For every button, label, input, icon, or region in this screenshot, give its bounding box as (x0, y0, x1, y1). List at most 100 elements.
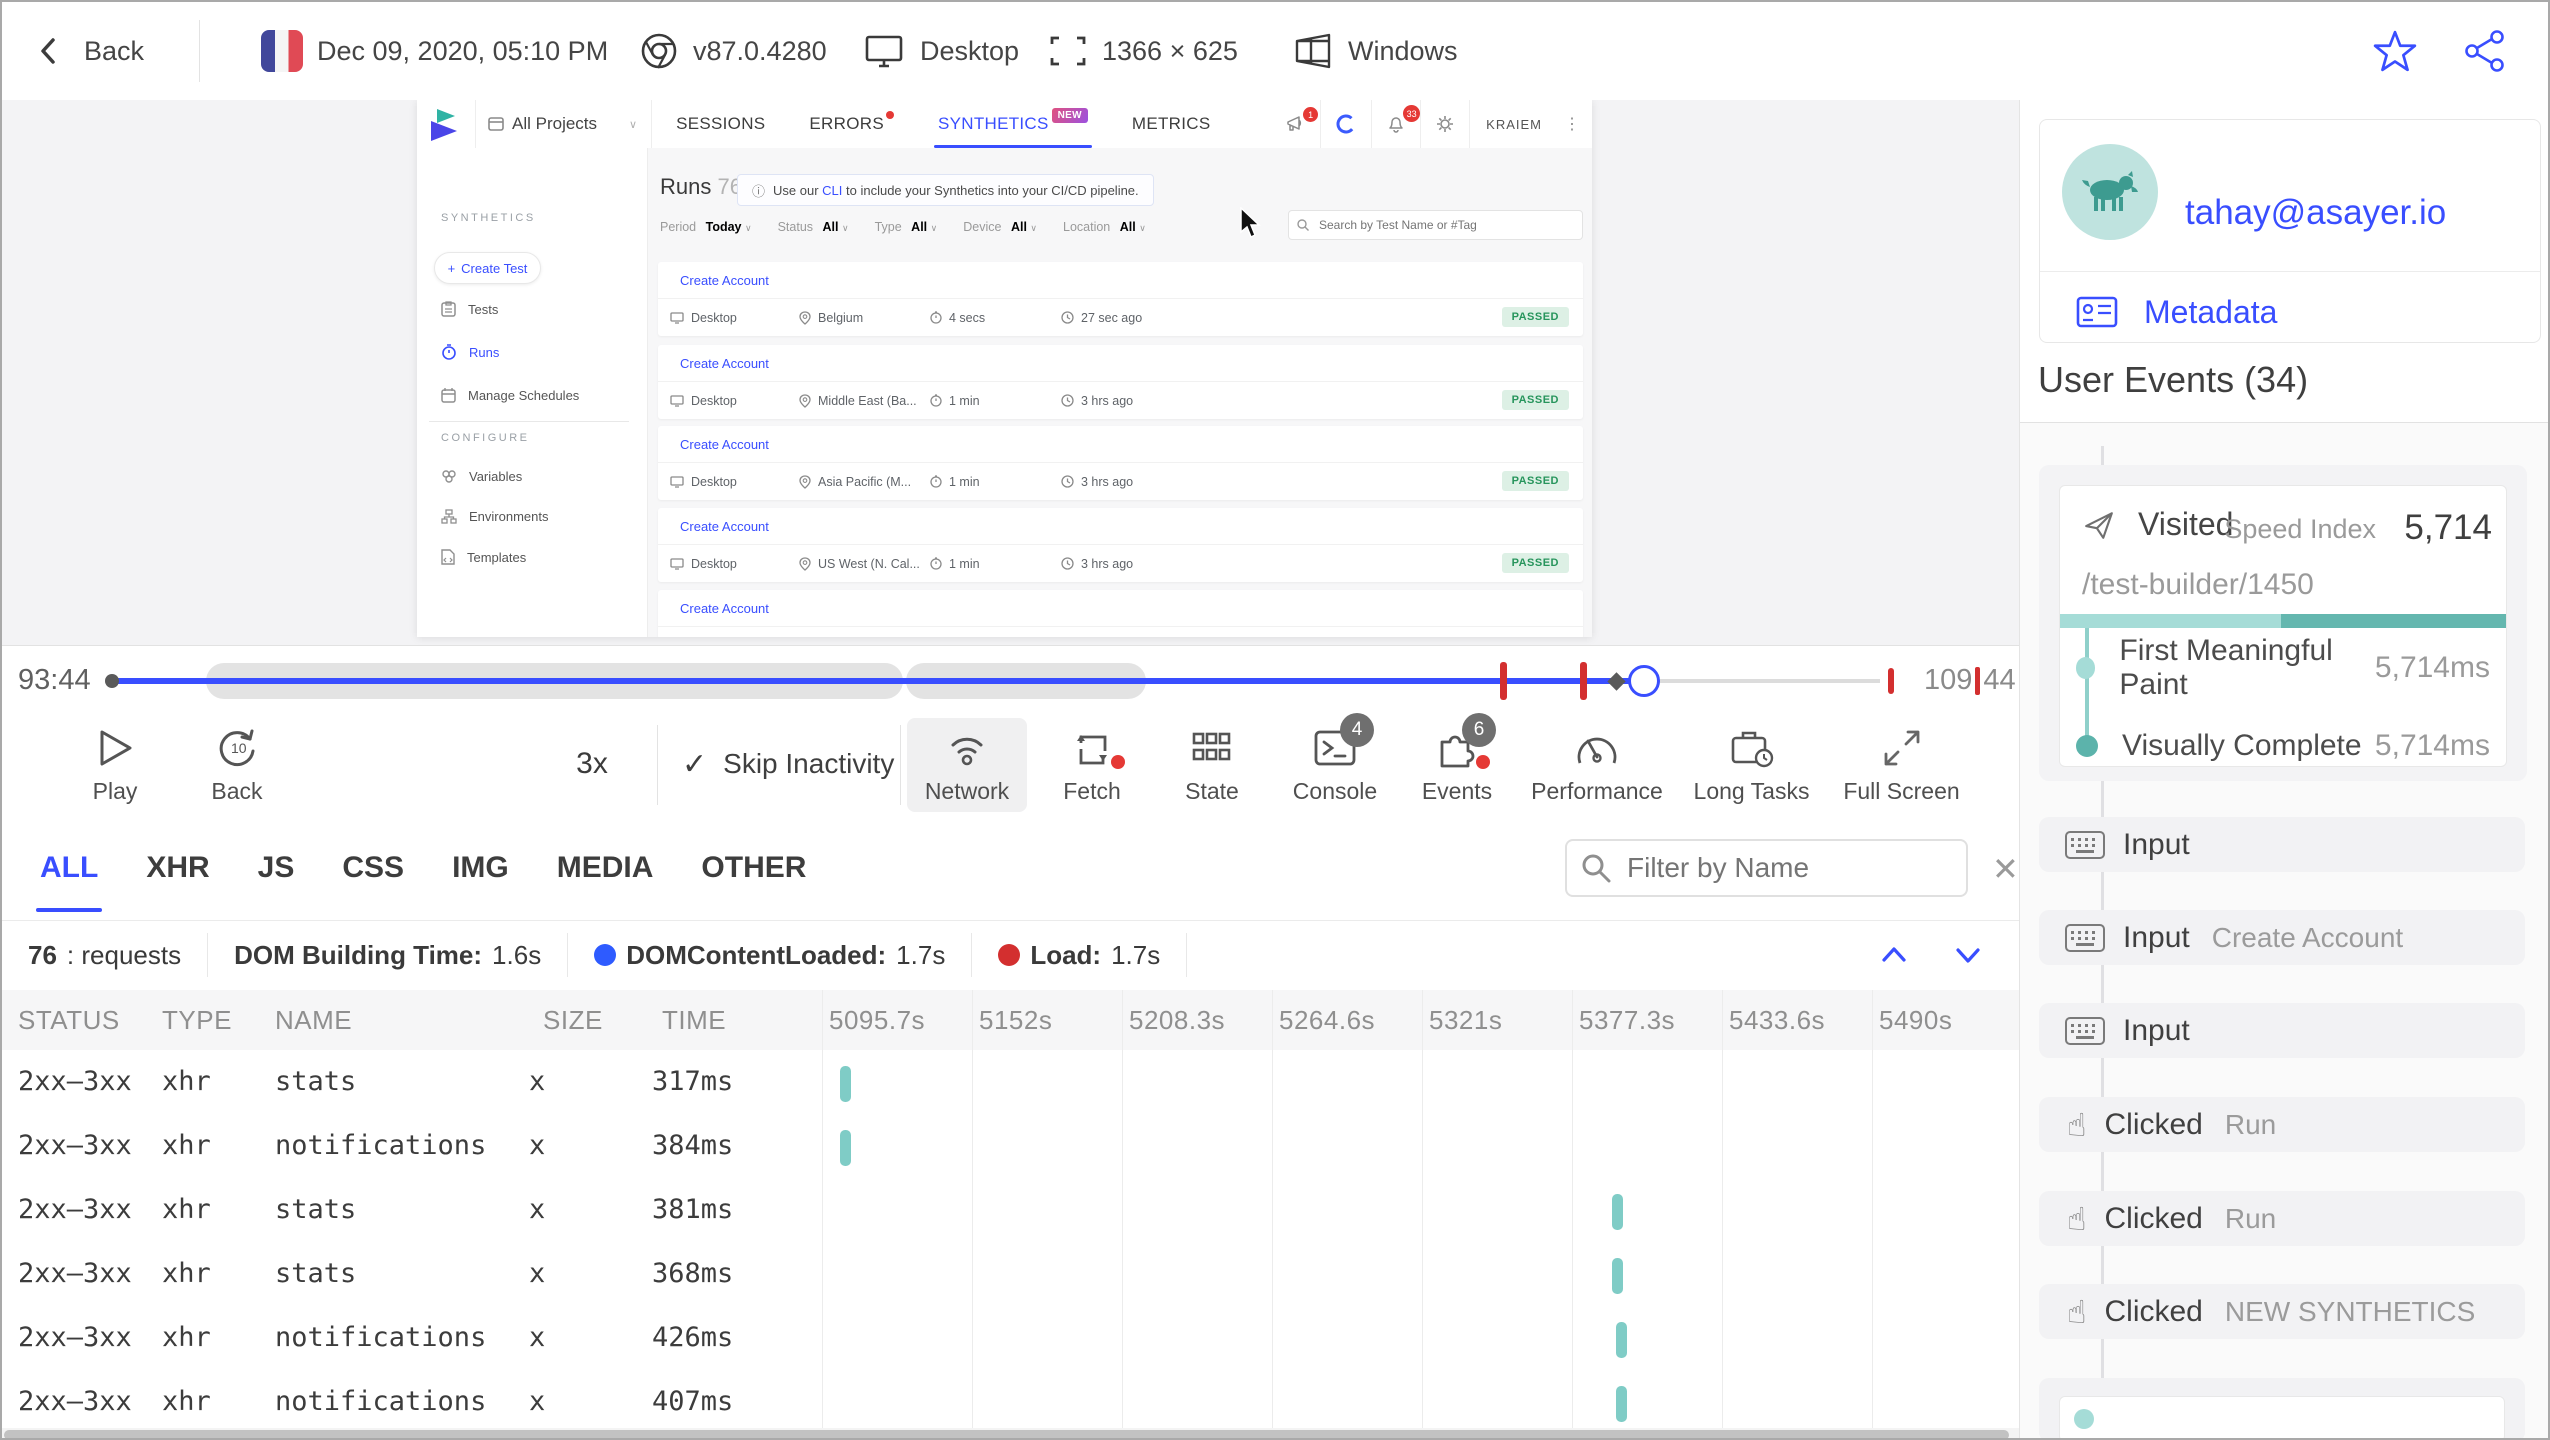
user-menu[interactable]: KRAIEM (1470, 117, 1552, 132)
network-filter-input[interactable] (1625, 851, 1949, 885)
location-pin-icon (799, 393, 811, 408)
table-row[interactable]: 2xx–3xx xhr stats x 317ms (2, 1050, 2019, 1114)
event-marker[interactable] (1607, 672, 1626, 691)
tab-css[interactable]: CSS (342, 851, 404, 885)
filter-status[interactable]: Status All ∨ (778, 220, 849, 234)
table-row[interactable]: 2xx–3xx xhr notifications x 384ms (2, 1114, 2019, 1178)
sidebar-item-variables[interactable]: Variables (441, 469, 522, 484)
sidebar-item-runs[interactable]: Runs (441, 344, 499, 360)
fetch-panel-button[interactable]: Fetch (1032, 718, 1152, 812)
state-panel-button[interactable]: State (1152, 718, 1272, 812)
error-marker[interactable] (1580, 662, 1587, 700)
svg-text:10: 10 (231, 740, 247, 756)
playhead[interactable] (1628, 665, 1660, 697)
settings-button[interactable] (1421, 114, 1469, 134)
tab-js[interactable]: JS (258, 851, 295, 885)
run-card[interactable]: Create Account Desktop US West (N. Cal..… (658, 508, 1583, 582)
project-selector[interactable]: All Projects ∨ (488, 114, 637, 134)
row-navigation (1877, 942, 1985, 968)
error-marker[interactable] (1500, 662, 1507, 700)
table-row[interactable]: 2xx–3xx xhr stats x 368ms (2, 1242, 2019, 1306)
run-card[interactable]: Create Account Desktop Asia Pacific (M..… (658, 426, 1583, 500)
event-card-partial[interactable] (2039, 1378, 2525, 1438)
runs-search-input[interactable] (1317, 217, 1571, 233)
speed-toggle[interactable]: 3x (547, 711, 637, 817)
sidebar-item-environments[interactable]: Environments (441, 509, 548, 524)
favorite-button[interactable] (2372, 2, 2418, 100)
tab-other[interactable]: OTHER (701, 851, 806, 885)
event-input[interactable]: Input (2039, 1003, 2525, 1058)
table-row[interactable]: 2xx–3xx xhr stats x 381ms (2, 1178, 2019, 1242)
tab-xhr[interactable]: XHR (146, 851, 209, 885)
filter-device[interactable]: Device All ∨ (963, 220, 1037, 234)
error-marker-end[interactable] (1888, 668, 1894, 694)
network-filter[interactable] (1565, 839, 1968, 897)
long-tasks-panel-button[interactable]: Long Tasks (1674, 718, 1829, 812)
event-clicked[interactable]: ☝ Clicked Run (2039, 1097, 2525, 1152)
sync-spinner (1321, 113, 1371, 135)
sidebar-item-templates[interactable]: Templates (441, 549, 526, 565)
kebab-menu[interactable]: ⋮ (1552, 114, 1592, 134)
console-count-badge: 4 (1340, 713, 1374, 747)
browser-version: v87.0.4280 (693, 35, 827, 66)
table-row[interactable]: 2xx–3xx xhr notifications x 426ms (2, 1306, 2019, 1370)
waterfall-bar (1612, 1258, 1623, 1294)
tab-media[interactable]: MEDIA (557, 851, 654, 885)
tab-all[interactable]: ALL (35, 851, 103, 912)
session-sidebar: tahay@asayer.io Metadata User Events (34… (2019, 100, 2548, 1438)
console-panel-button[interactable]: 4 Console (1275, 713, 1395, 812)
play-button[interactable]: Play (60, 718, 170, 812)
filter-type[interactable]: Type All ∨ (875, 220, 938, 234)
back-10s-button[interactable]: 10 Back (182, 718, 292, 812)
announcements-button[interactable]: 1 (1272, 107, 1320, 133)
tab-synthetics[interactable]: SYNTHETICS NEW (933, 100, 1092, 148)
chevron-down-icon[interactable] (1951, 942, 1985, 968)
runs-search[interactable] (1288, 210, 1583, 240)
back-button[interactable]: Back (32, 2, 144, 100)
tab-metrics[interactable]: METRICS (1132, 100, 1211, 148)
events-panel-button[interactable]: 6 Events (1397, 713, 1517, 812)
run-card[interactable]: Create Account Desktop Belgium 4 secs 27… (658, 262, 1583, 336)
skip-inactivity-toggle[interactable]: ✓ Skip Inactivity (682, 711, 894, 817)
table-row[interactable]: 2xx–3xx xhr notifications x 407ms (2, 1370, 2019, 1434)
event-clicked[interactable]: ☝ Clicked NEW SYNTHETICS (2039, 1284, 2525, 1339)
visited-event-card[interactable]: Visited Speed Index 5,714 /test-builder/… (2039, 465, 2527, 781)
close-panel-button[interactable]: ✕ (1992, 850, 2019, 888)
divider (657, 725, 658, 805)
chevron-up-icon[interactable] (1877, 942, 1911, 968)
desktop-icon (670, 311, 684, 324)
network-panel-button[interactable]: Network (907, 718, 1027, 812)
user-events-list: Visited Speed Index 5,714 /test-builder/… (2020, 423, 2548, 1438)
session-top-bar: Back Dec 09, 2020, 05:10 PM v87.0.4280 D… (2, 2, 2548, 101)
sidebar-item-manage-schedules[interactable]: Manage Schedules (441, 387, 579, 403)
performance-panel-button[interactable]: Performance (1522, 718, 1672, 812)
tab-errors[interactable]: ERRORS (809, 100, 894, 148)
filter-period[interactable]: Period Today ∨ (660, 220, 752, 234)
tab-img[interactable]: IMG (452, 851, 509, 885)
cli-link[interactable]: CLI (822, 183, 842, 198)
resolution-label: 1366 × 625 (1102, 35, 1238, 66)
run-card[interactable]: Create Account (658, 590, 1583, 637)
player-timeline[interactable]: 93:44 109 44 (2, 646, 2019, 711)
notifications-button[interactable]: 33 (1372, 105, 1421, 134)
run-card[interactable]: Create Account Desktop Middle East (Ba..… (658, 345, 1583, 419)
event-input[interactable]: Input Create Account (2039, 910, 2525, 965)
event-input[interactable]: Input (2039, 817, 2525, 872)
user-email[interactable]: tahay@asayer.io (2185, 193, 2446, 233)
metadata-button[interactable]: Metadata (2076, 288, 2277, 336)
hyena-avatar-icon (2082, 171, 2138, 211)
full-screen-button[interactable]: Full Screen (1824, 718, 1979, 812)
filter-location[interactable]: Location All ∨ (1063, 220, 1146, 234)
variables-icon (442, 470, 456, 483)
sidebar-item-tests[interactable]: Tests (441, 301, 498, 317)
announcements-badge: 1 (1303, 107, 1319, 122)
player-panel: 93:44 109 44 Play 10 Back 3x ✓ Skip Inac… (2, 645, 2019, 817)
scrollbar-thumb[interactable] (4, 1430, 2009, 1438)
horizontal-scrollbar[interactable] (2, 1428, 2019, 1438)
event-clicked[interactable]: ☝ Clicked Run (2039, 1191, 2525, 1246)
tab-sessions[interactable]: SESSIONS (676, 100, 765, 148)
file-icon (441, 549, 455, 565)
create-test-button[interactable]: + Create Test (434, 252, 541, 284)
share-button[interactable] (2462, 2, 2508, 100)
run-name: Create Account (658, 590, 1583, 627)
